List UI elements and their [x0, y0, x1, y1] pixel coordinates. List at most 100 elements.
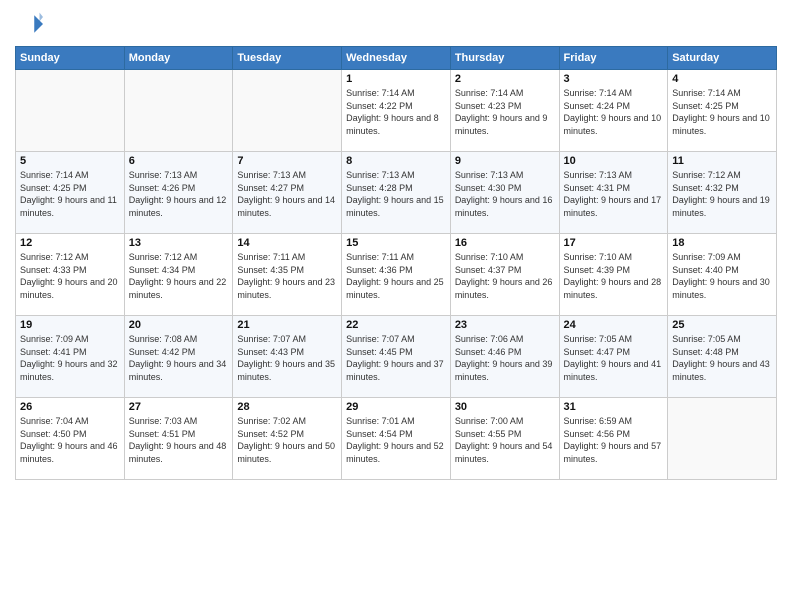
calendar-cell: 19 Sunrise: 7:09 AM Sunset: 4:41 PM Dayli… — [16, 316, 125, 398]
day-number: 16 — [455, 237, 555, 249]
day-number: 20 — [129, 319, 229, 331]
day-number: 5 — [20, 155, 120, 167]
calendar-cell: 24Sunrise: 7:05 AM Sunset: 4:47 PM Dayli… — [559, 316, 668, 398]
calendar-cell: 31 Sunrise: 6:59 AM Sunset: 4:56 PM Dayli… — [559, 398, 668, 480]
calendar-week-row: 19 Sunrise: 7:09 AM Sunset: 4:41 PM Dayli… — [16, 316, 777, 398]
day-number: 22 — [346, 319, 446, 331]
calendar-cell: 11 Sunrise: 7:12 AM Sunset: 4:32 PM Dayli… — [668, 152, 777, 234]
calendar-cell: 28 Sunrise: 7:02 AM Sunset: 4:52 PM Dayli… — [233, 398, 342, 480]
calendar-cell: 5 Sunrise: 7:14 AM Sunset: 4:25 PM Daylig… — [16, 152, 125, 234]
calendar-cell: 3 Sunrise: 7:14 AM Sunset: 4:24 PM Daylig… — [559, 70, 668, 152]
day-info: Sunrise: 7:13 AM Sunset: 4:30 PM Dayligh… — [455, 169, 555, 219]
calendar-cell: 12 Sunrise: 7:12 AM Sunset: 4:33 PM Dayli… — [16, 234, 125, 316]
calendar-cell: 27 Sunrise: 7:03 AM Sunset: 4:51 PM Dayli… — [124, 398, 233, 480]
day-number: 6 — [129, 155, 229, 167]
day-number: 14 — [237, 237, 337, 249]
calendar-cell: 2 Sunrise: 7:14 AM Sunset: 4:23 PM Daylig… — [450, 70, 559, 152]
day-number: 17 — [564, 237, 664, 249]
calendar-cell: 21Sunrise: 7:07 AM Sunset: 4:43 PM Dayli… — [233, 316, 342, 398]
calendar-cell: 30Sunrise: 7:00 AM Sunset: 4:55 PM Dayli… — [450, 398, 559, 480]
calendar-header-row: SundayMondayTuesdayWednesdayThursdayFrid… — [16, 47, 777, 70]
calendar-cell: 16Sunrise: 7:10 AM Sunset: 4:37 PM Dayli… — [450, 234, 559, 316]
day-number: 13 — [129, 237, 229, 249]
day-number: 9 — [455, 155, 555, 167]
day-info: Sunrise: 7:14 AM Sunset: 4:25 PM Dayligh… — [672, 87, 772, 137]
day-info: Sunrise: 7:11 AM Sunset: 4:35 PM Dayligh… — [237, 251, 337, 301]
day-number: 11 — [672, 155, 772, 167]
calendar-cell: 17Sunrise: 7:10 AM Sunset: 4:39 PM Dayli… — [559, 234, 668, 316]
calendar-week-row: 12 Sunrise: 7:12 AM Sunset: 4:33 PM Dayli… — [16, 234, 777, 316]
calendar-cell: 14 Sunrise: 7:11 AM Sunset: 4:35 PM Dayli… — [233, 234, 342, 316]
calendar-cell: 1 Sunrise: 7:14 AM Sunset: 4:22 PM Daylig… — [342, 70, 451, 152]
day-number: 28 — [237, 401, 337, 413]
day-header-monday: Monday — [124, 47, 233, 70]
day-info: Sunrise: 7:12 AM Sunset: 4:32 PM Dayligh… — [672, 169, 772, 219]
day-header-wednesday: Wednesday — [342, 47, 451, 70]
day-info: Sunrise: 7:13 AM Sunset: 4:31 PM Dayligh… — [564, 169, 664, 219]
day-info: Sunrise: 7:14 AM Sunset: 4:24 PM Dayligh… — [564, 87, 664, 137]
logo — [15, 10, 47, 38]
day-header-friday: Friday — [559, 47, 668, 70]
calendar-cell: 26Sunrise: 7:04 AM Sunset: 4:50 PM Dayli… — [16, 398, 125, 480]
calendar-cell: 4 Sunrise: 7:14 AM Sunset: 4:25 PM Daylig… — [668, 70, 777, 152]
logo-icon — [15, 10, 43, 38]
day-number: 19 — [20, 319, 120, 331]
calendar-cell: 22 Sunrise: 7:07 AM Sunset: 4:45 PM Dayli… — [342, 316, 451, 398]
day-info: Sunrise: 7:08 AM Sunset: 4:42 PM Dayligh… — [129, 333, 229, 383]
day-info: Sunrise: 7:07 AM Sunset: 4:45 PM Dayligh… — [346, 333, 446, 383]
calendar-cell — [16, 70, 125, 152]
day-number: 27 — [129, 401, 229, 413]
day-number: 29 — [346, 401, 446, 413]
day-number: 23 — [455, 319, 555, 331]
day-number: 10 — [564, 155, 664, 167]
day-info: Sunrise: 7:05 AM Sunset: 4:47 PM Dayligh… — [564, 333, 664, 383]
day-number: 26 — [20, 401, 120, 413]
day-info: Sunrise: 7:12 AM Sunset: 4:33 PM Dayligh… — [20, 251, 120, 301]
calendar-cell: 8 Sunrise: 7:13 AM Sunset: 4:28 PM Daylig… — [342, 152, 451, 234]
calendar-cell: 13 Sunrise: 7:12 AM Sunset: 4:34 PM Dayli… — [124, 234, 233, 316]
day-info: Sunrise: 7:12 AM Sunset: 4:34 PM Dayligh… — [129, 251, 229, 301]
day-number: 4 — [672, 73, 772, 85]
calendar-cell — [668, 398, 777, 480]
calendar-cell — [124, 70, 233, 152]
day-info: Sunrise: 7:01 AM Sunset: 4:54 PM Dayligh… — [346, 415, 446, 465]
day-header-sunday: Sunday — [16, 47, 125, 70]
day-info: Sunrise: 7:02 AM Sunset: 4:52 PM Dayligh… — [237, 415, 337, 465]
day-info: Sunrise: 7:14 AM Sunset: 4:23 PM Dayligh… — [455, 87, 555, 137]
day-number: 8 — [346, 155, 446, 167]
day-info: Sunrise: 7:13 AM Sunset: 4:27 PM Dayligh… — [237, 169, 337, 219]
calendar-week-row: 26Sunrise: 7:04 AM Sunset: 4:50 PM Dayli… — [16, 398, 777, 480]
day-number: 2 — [455, 73, 555, 85]
calendar-cell: 7 Sunrise: 7:13 AM Sunset: 4:27 PM Daylig… — [233, 152, 342, 234]
calendar-cell: 6 Sunrise: 7:13 AM Sunset: 4:26 PM Daylig… — [124, 152, 233, 234]
day-info: Sunrise: 6:59 AM Sunset: 4:56 PM Dayligh… — [564, 415, 664, 465]
day-info: Sunrise: 7:03 AM Sunset: 4:51 PM Dayligh… — [129, 415, 229, 465]
day-header-tuesday: Tuesday — [233, 47, 342, 70]
day-number: 7 — [237, 155, 337, 167]
day-number: 30 — [455, 401, 555, 413]
day-info: Sunrise: 7:09 AM Sunset: 4:41 PM Dayligh… — [20, 333, 120, 383]
day-info: Sunrise: 7:13 AM Sunset: 4:28 PM Dayligh… — [346, 169, 446, 219]
calendar-cell — [233, 70, 342, 152]
day-number: 12 — [20, 237, 120, 249]
day-number: 3 — [564, 73, 664, 85]
calendar-cell: 15 Sunrise: 7:11 AM Sunset: 4:36 PM Dayli… — [342, 234, 451, 316]
calendar-cell: 10 Sunrise: 7:13 AM Sunset: 4:31 PM Dayli… — [559, 152, 668, 234]
calendar-cell: 29 Sunrise: 7:01 AM Sunset: 4:54 PM Dayli… — [342, 398, 451, 480]
day-number: 21 — [237, 319, 337, 331]
header — [15, 10, 777, 38]
day-info: Sunrise: 7:13 AM Sunset: 4:26 PM Dayligh… — [129, 169, 229, 219]
calendar-cell: 20 Sunrise: 7:08 AM Sunset: 4:42 PM Dayli… — [124, 316, 233, 398]
day-number: 31 — [564, 401, 664, 413]
calendar-week-row: 5 Sunrise: 7:14 AM Sunset: 4:25 PM Daylig… — [16, 152, 777, 234]
day-info: Sunrise: 7:11 AM Sunset: 4:36 PM Dayligh… — [346, 251, 446, 301]
day-info: Sunrise: 7:14 AM Sunset: 4:25 PM Dayligh… — [20, 169, 120, 219]
day-number: 1 — [346, 73, 446, 85]
day-info: Sunrise: 7:14 AM Sunset: 4:22 PM Dayligh… — [346, 87, 446, 137]
day-info: Sunrise: 7:05 AM Sunset: 4:48 PM Dayligh… — [672, 333, 772, 383]
calendar-cell: 23Sunrise: 7:06 AM Sunset: 4:46 PM Dayli… — [450, 316, 559, 398]
day-number: 15 — [346, 237, 446, 249]
page-container: SundayMondayTuesdayWednesdayThursdayFrid… — [0, 0, 792, 485]
calendar-cell: 18Sunrise: 7:09 AM Sunset: 4:40 PM Dayli… — [668, 234, 777, 316]
day-info: Sunrise: 7:09 AM Sunset: 4:40 PM Dayligh… — [672, 251, 772, 301]
